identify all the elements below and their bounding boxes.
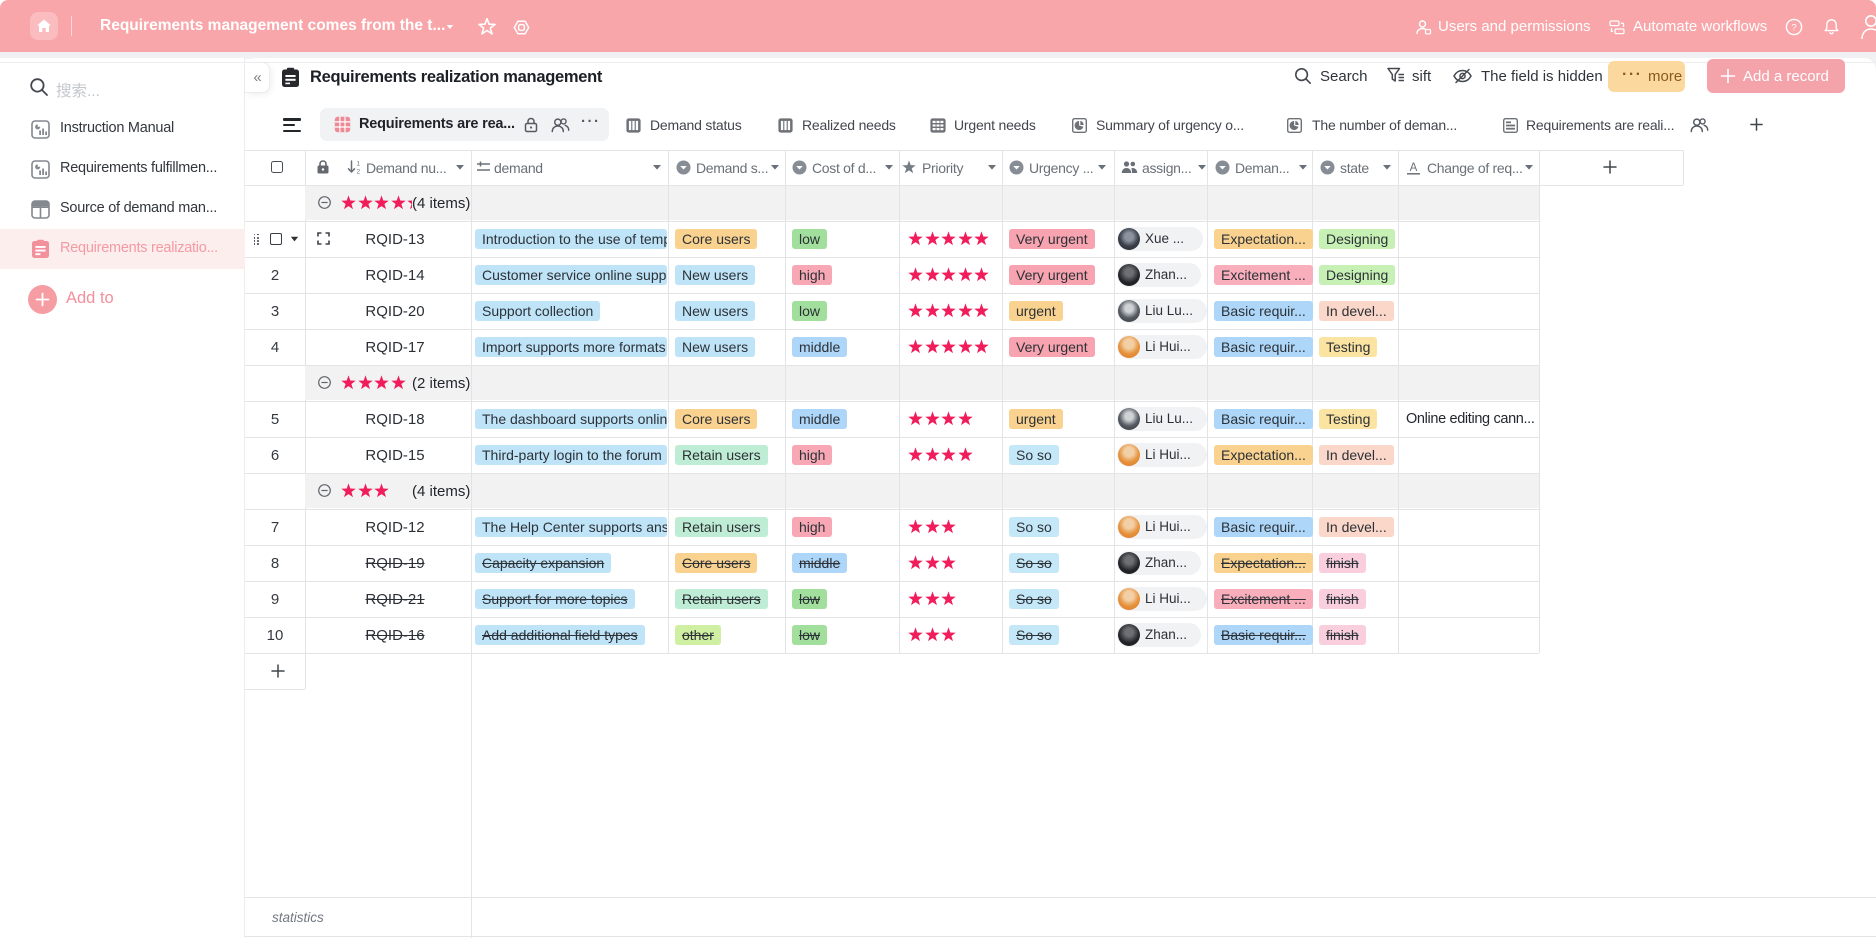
svg-text:?: ? (1791, 23, 1796, 34)
svg-text:1: 1 (357, 161, 361, 168)
svg-text:2: 2 (357, 169, 361, 176)
svg-text:A: A (1410, 162, 1418, 174)
